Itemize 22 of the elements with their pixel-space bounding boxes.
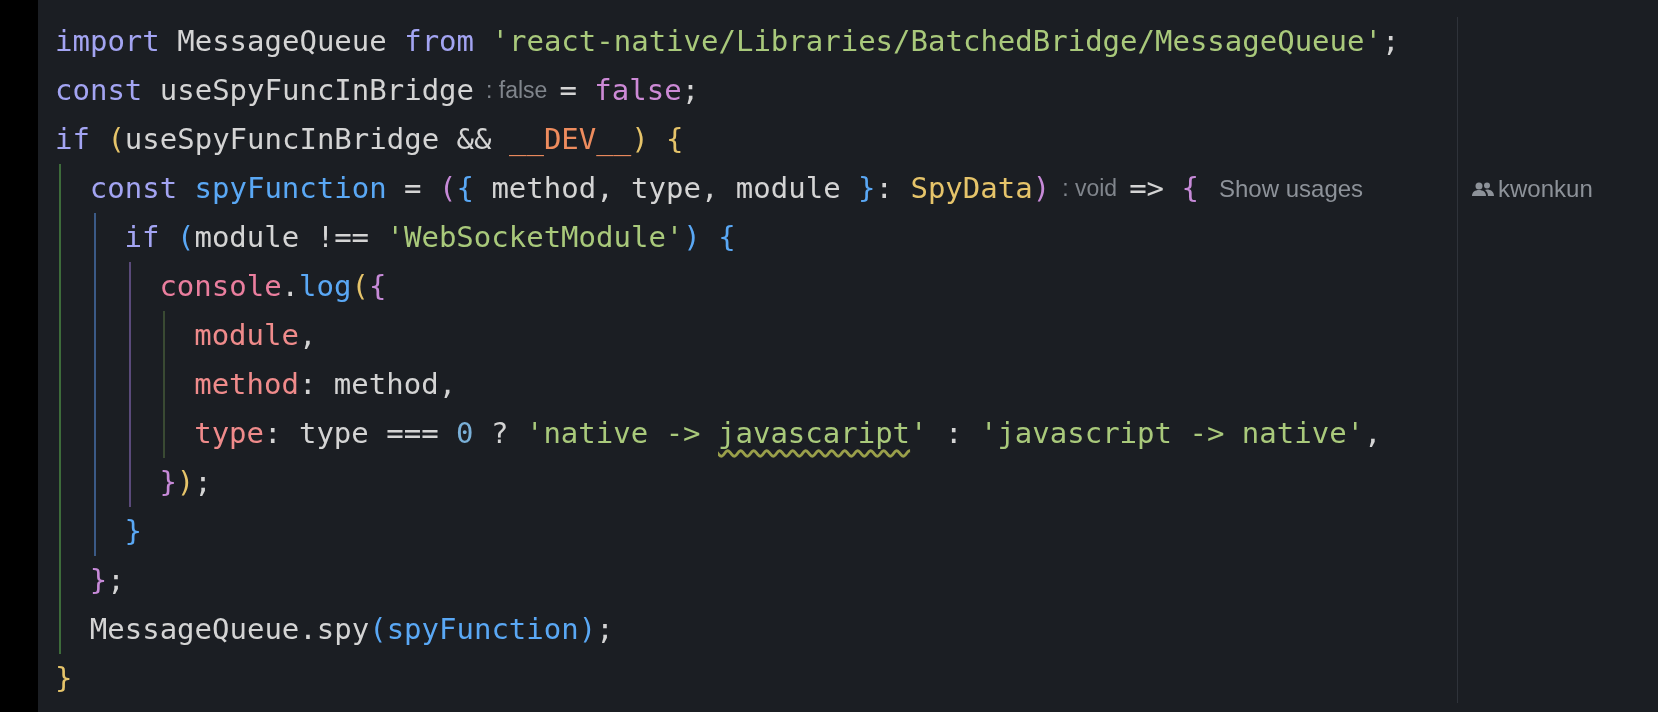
code-text: = false; <box>559 76 700 105</box>
inlay-hint: : void <box>1062 175 1118 202</box>
code-text: method: method, <box>194 370 457 399</box>
code-text: }; <box>89 566 125 595</box>
code-text: }); <box>159 468 212 497</box>
people-icon <box>1472 180 1494 197</box>
code-text: } <box>55 664 73 693</box>
author-label[interactable]: kwonkun <box>1472 174 1593 203</box>
code-text: const useSpyFuncInBridge <box>55 76 475 105</box>
inlay-hint: : false <box>486 77 548 104</box>
code-text: module, <box>194 321 317 350</box>
code-text: MessageQueue.spy(spyFunction); <box>89 615 614 644</box>
code-text: type: type === 0 ? 'native -> javascaript' : 'javascript -> native', <box>194 419 1382 448</box>
code-text: } <box>124 517 143 546</box>
show-usages-link[interactable]: Show usages <box>1219 174 1364 203</box>
code-text: => { <box>1129 174 1199 203</box>
author-name: kwonkun <box>1498 174 1593 203</box>
code-text: const spyFunction = ({ method, type, module }: SpyData) <box>89 174 1051 203</box>
code-text: if (useSpyFuncInBridge && __DEV__) { <box>55 125 684 154</box>
code-text: import MessageQueue from 'react-native/Libraries/BatchedBridge/MessageQueue'; <box>55 27 1400 56</box>
code-text: if (module !== 'WebSocketModule') { <box>124 223 736 252</box>
code-text: console.log({ <box>159 272 387 301</box>
